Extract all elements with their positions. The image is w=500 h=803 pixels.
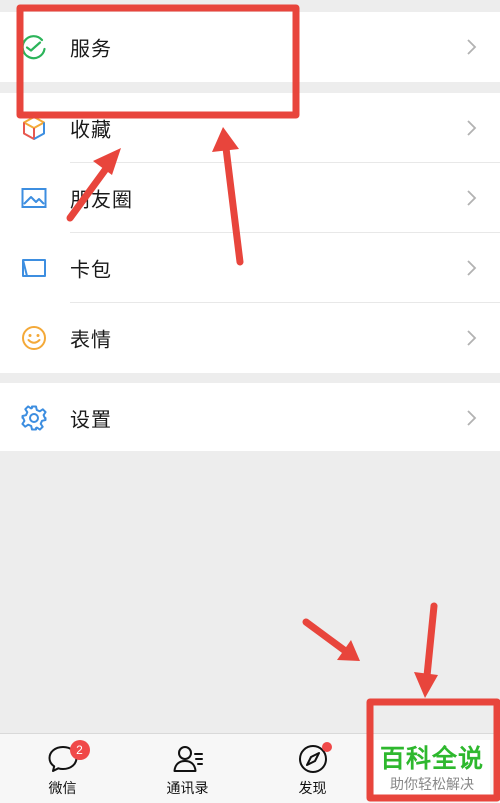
chevron-right-icon bbox=[467, 190, 477, 206]
tab-discover[interactable]: 发现 bbox=[250, 734, 375, 803]
menu-item-label: 收藏 bbox=[70, 117, 112, 142]
smiley-icon bbox=[22, 326, 46, 350]
arrow-line bbox=[423, 602, 438, 680]
chevron-right-icon bbox=[467, 260, 477, 276]
chevron-right-icon bbox=[467, 330, 477, 346]
arrow-head bbox=[337, 640, 360, 661]
watermark-logo: 百科全说 助你轻松解决 bbox=[374, 740, 490, 798]
menu-item-label: 表情 bbox=[70, 327, 112, 352]
settings-group: 设置 bbox=[0, 383, 500, 451]
menu-item-settings[interactable]: 设置 bbox=[0, 383, 500, 453]
tab-contacts[interactable]: 通讯录 bbox=[125, 734, 250, 803]
services-group: 服务 bbox=[0, 12, 500, 82]
card-wallet-icon bbox=[22, 259, 46, 277]
watermark-subtitle: 助你轻松解决 bbox=[390, 777, 474, 793]
gear-icon bbox=[21, 405, 47, 431]
menu-item-moments[interactable]: 朋友圈 bbox=[0, 163, 500, 233]
services-icon bbox=[21, 35, 46, 60]
moments-image-icon bbox=[21, 188, 47, 208]
chevron-right-icon bbox=[467, 120, 477, 136]
watermark-title: 百科全说 bbox=[379, 744, 484, 773]
menu-item-label: 卡包 bbox=[70, 257, 112, 282]
menu-item-label: 朋友圈 bbox=[70, 187, 133, 212]
discover-group: 收藏 朋友圈 卡包 表情 bbox=[0, 93, 500, 373]
unread-badge: 2 bbox=[69, 740, 90, 760]
tab-label: 微信 bbox=[48, 781, 77, 797]
menu-item-label: 设置 bbox=[70, 407, 112, 432]
menu-item-stickers[interactable]: 表情 bbox=[0, 303, 500, 373]
tab-label: 发现 bbox=[298, 781, 327, 797]
favorites-cube-icon bbox=[23, 116, 45, 140]
arrow-head bbox=[414, 672, 438, 698]
menu-item-cards[interactable]: 卡包 bbox=[0, 233, 500, 303]
menu-item-services[interactable]: 服务 bbox=[0, 12, 500, 82]
menu-item-label: 服务 bbox=[70, 36, 112, 61]
tab-label: 通讯录 bbox=[166, 781, 209, 797]
menu-item-favorites[interactable]: 收藏 bbox=[0, 93, 500, 163]
contacts-icon bbox=[173, 746, 203, 772]
notification-dot bbox=[321, 742, 332, 752]
arrow-line bbox=[302, 618, 348, 654]
chevron-right-icon bbox=[467, 410, 477, 426]
tab-chats[interactable]: 2 微信 bbox=[0, 734, 125, 803]
chevron-right-icon bbox=[467, 39, 477, 55]
